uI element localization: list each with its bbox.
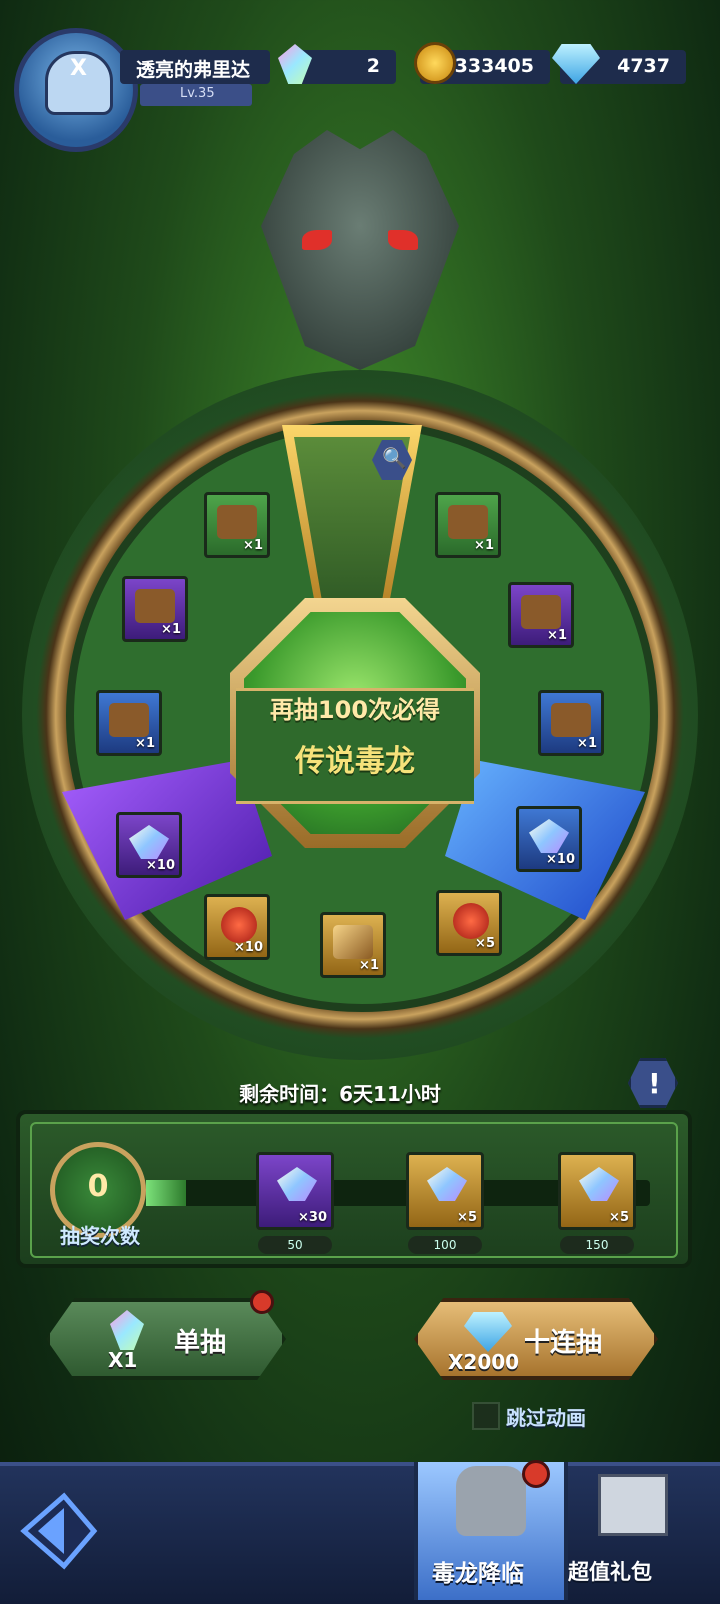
slot-count: ×1: [577, 736, 597, 751]
ten-draw-cost: X2000: [448, 1350, 520, 1374]
draw-count: 0: [87, 1169, 109, 1204]
scroll-icon: [333, 925, 373, 959]
wheel-slot: ×1: [508, 582, 574, 648]
wheel-slot: ×10: [116, 812, 182, 878]
gift-box-icon: [598, 1474, 668, 1536]
wheel-slot: ×1: [96, 690, 162, 756]
treasure-chest-mystery-icon: [135, 589, 175, 623]
tab-gift-label: 超值礼包: [568, 1560, 652, 1584]
diamond-icon: [464, 1312, 512, 1352]
single-draw-cost: X1: [108, 1348, 138, 1372]
skip-animation-checkbox[interactable]: [472, 1402, 500, 1430]
milestone-threshold: 50: [258, 1236, 332, 1254]
blue-crystal-icon: [529, 819, 569, 853]
close-icon: X: [70, 56, 87, 81]
wheel-slot: ×10: [204, 894, 270, 960]
player-avatar[interactable]: [14, 28, 138, 152]
rainbow-crystal-icon: [579, 1167, 619, 1201]
diamond-count: 4737: [617, 55, 670, 77]
skip-animation-label[interactable]: 跳过动画: [506, 1402, 586, 1431]
ten-draw-label: 十连抽: [524, 1328, 603, 1358]
notification-dot: [522, 1460, 550, 1488]
tab-event-label: 毒龙降临: [432, 1561, 524, 1587]
pity-text: 再抽100次必得: [269, 696, 441, 724]
dragon-head-icon: [456, 1466, 526, 1536]
player-level: Lv.35: [180, 86, 215, 101]
milestone-reward[interactable]: ×5: [406, 1152, 484, 1230]
slot-count: ×1: [243, 538, 263, 553]
dragon-eye-right: [388, 230, 418, 250]
treasure-chest-icon: [448, 505, 488, 539]
milestone-reward[interactable]: ×30: [256, 1152, 334, 1230]
milestone-threshold: 100: [408, 1236, 482, 1254]
notification-dot: [250, 1290, 274, 1314]
wheel-slot: ×1: [320, 912, 386, 978]
slot-count: ×10: [146, 858, 175, 873]
slot-count: ×1: [161, 622, 181, 637]
single-draw-label: 单抽: [174, 1328, 227, 1358]
wheel-slot: ×10: [516, 806, 582, 872]
tab-gift[interactable]: 超值礼包: [566, 1462, 706, 1600]
player-name: 透亮的弗里达: [136, 59, 251, 81]
dragon-eye-left: [302, 230, 332, 250]
wheel-slot: ×1: [204, 492, 270, 558]
slot-count: ×1: [474, 538, 494, 553]
treasure-chest-icon: [521, 595, 561, 629]
slot-count: ×1: [359, 958, 379, 973]
milestone-count: ×5: [609, 1210, 629, 1225]
red-rune-icon: [221, 907, 257, 943]
treasure-chest-icon: [551, 703, 591, 737]
ten-draw-button[interactable]: X2000 十连抽: [414, 1298, 658, 1380]
draw-count-label: 抽奖次数: [60, 1224, 140, 1248]
player-level-bar: Lv.35: [140, 84, 252, 106]
milestone-count: ×30: [298, 1210, 327, 1225]
milestone-count: ×5: [457, 1210, 477, 1225]
wheel-slot: ×1: [122, 576, 188, 642]
wheel-slot: ×1: [538, 690, 604, 756]
poison-dragon-head: [261, 130, 459, 370]
treasure-chest-mystery-icon: [217, 505, 257, 539]
player-name-bar: 透亮的弗里达: [120, 50, 270, 84]
exclamation-icon: !: [648, 1067, 661, 1100]
pity-reward-text: 传说毒龙: [295, 744, 415, 779]
wheel-slot: ×5: [436, 890, 502, 956]
gold-count: 333405: [454, 55, 534, 77]
milestone-threshold: 150: [560, 1236, 634, 1254]
slot-count: ×1: [135, 736, 155, 751]
slot-count: ×1: [547, 628, 567, 643]
gem-count: 2: [366, 55, 380, 77]
rainbow-crystal-icon: [427, 1167, 467, 1201]
treasure-chest-mystery-icon: [109, 703, 149, 737]
wheel-slot: ×1: [435, 492, 501, 558]
slot-count: ×10: [234, 940, 263, 955]
slot-count: ×10: [546, 852, 575, 867]
gold-coin-plus-icon[interactable]: [414, 42, 456, 84]
red-rune-icon: [453, 903, 489, 939]
milestone-reward[interactable]: ×5: [558, 1152, 636, 1230]
search-icon: 🔍: [382, 446, 407, 470]
single-draw-button[interactable]: X1 单抽: [46, 1298, 286, 1380]
remaining-time: 剩余时间：6天11小时: [239, 1082, 441, 1106]
rainbow-crystal-icon: [110, 1310, 144, 1350]
purple-crystal-icon: [277, 1167, 317, 1201]
progress-fill: [146, 1180, 186, 1206]
back-arrow-icon[interactable]: [14, 1486, 104, 1576]
purple-crystal-icon: [129, 825, 169, 859]
slot-count: ×5: [475, 936, 495, 951]
